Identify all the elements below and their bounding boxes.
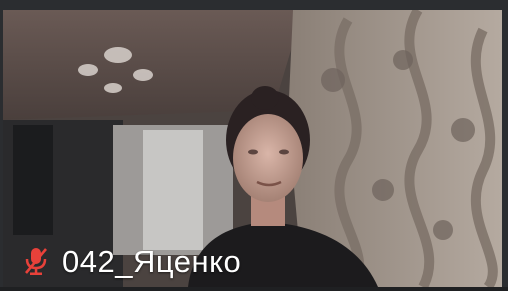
tile-border-bottom xyxy=(0,287,508,291)
participant-video-tile[interactable]: 042_Яценко xyxy=(0,0,508,291)
tile-border-top xyxy=(0,0,508,10)
tile-border-right xyxy=(502,0,508,291)
mic-muted-icon[interactable] xyxy=(22,245,50,277)
participant-name: 042_Яценко xyxy=(62,243,242,279)
participant-name-bar: 042_Яценко xyxy=(22,238,241,284)
tile-border-left xyxy=(0,0,3,291)
